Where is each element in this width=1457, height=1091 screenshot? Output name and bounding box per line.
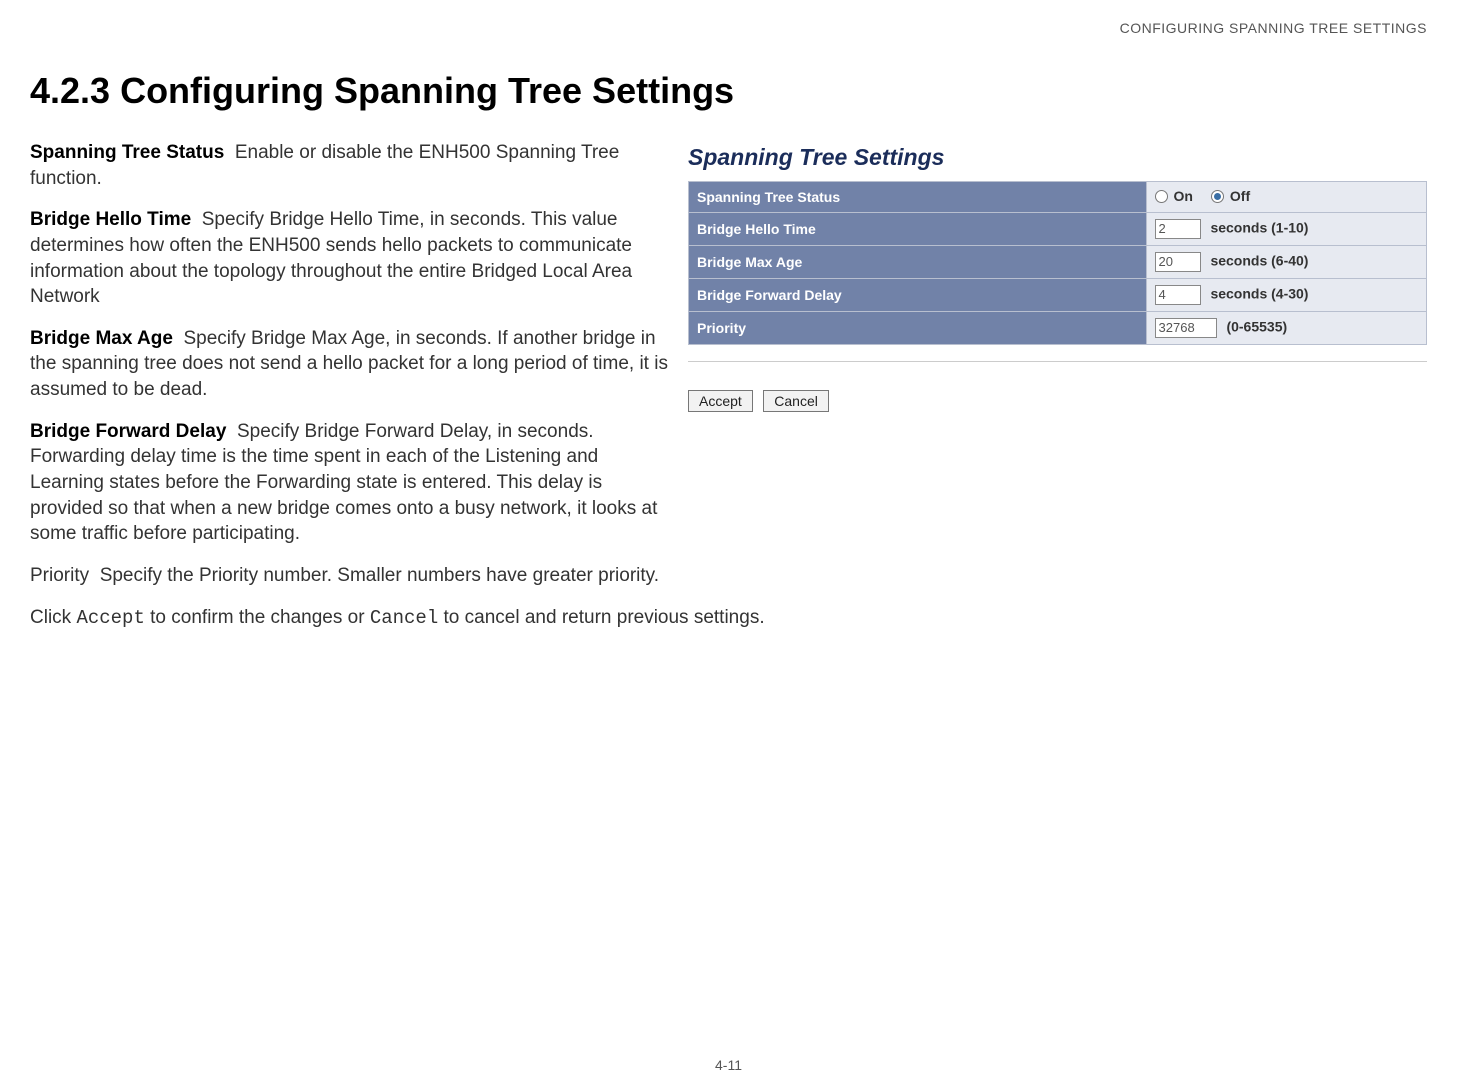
- closing-accept: Accept: [76, 607, 144, 629]
- hello-input[interactable]: 2: [1155, 219, 1201, 239]
- row-fwd: Bridge Forward Delay 4 seconds (4-30): [689, 278, 1427, 311]
- section-heading: 4.2.3 Configuring Spanning Tree Settings: [30, 70, 1427, 112]
- def-priority: Priority Specify the Priority number. Sm…: [30, 563, 1427, 589]
- radio-off-icon: [1211, 190, 1224, 203]
- def-status: Spanning Tree Status Enable or disable t…: [30, 140, 670, 191]
- row-priority-value: 32768 (0-65535): [1146, 311, 1426, 344]
- closing-post: to cancel and return previous settings.: [438, 607, 764, 628]
- closing-cancel: Cancel: [370, 607, 438, 629]
- running-head: CONFIGURING SPANNING TREE SETTINGS: [1120, 20, 1427, 36]
- def-hello: Bridge Hello Time Specify Bridge Hello T…: [30, 207, 670, 310]
- def-priority-term: Priority: [30, 565, 89, 586]
- row-priority: Priority 32768 (0-65535): [689, 311, 1427, 344]
- def-hello-term: Bridge Hello Time: [30, 209, 191, 230]
- row-maxage-label: Bridge Max Age: [689, 245, 1147, 278]
- closing-para: Click Accept to confirm the changes or C…: [30, 605, 1427, 632]
- row-hello-value: 2 seconds (1-10): [1146, 212, 1426, 245]
- priority-input[interactable]: 32768: [1155, 318, 1217, 338]
- def-fwd-term: Bridge Forward Delay: [30, 421, 226, 442]
- priority-range: (0-65535): [1226, 318, 1287, 334]
- fwd-input[interactable]: 4: [1155, 285, 1201, 305]
- hello-range: seconds (1-10): [1210, 219, 1308, 235]
- status-on-option[interactable]: On: [1155, 188, 1193, 204]
- status-off-option[interactable]: Off: [1211, 188, 1250, 204]
- panel-title: Spanning Tree Settings: [688, 144, 1427, 171]
- closing-pre: Click: [30, 607, 76, 628]
- closing-mid: to confirm the changes or: [145, 607, 370, 628]
- def-maxage: Bridge Max Age Specify Bridge Max Age, i…: [30, 326, 670, 403]
- maxage-range: seconds (6-40): [1210, 252, 1308, 268]
- accept-button[interactable]: Accept: [688, 390, 753, 412]
- row-priority-label: Priority: [689, 311, 1147, 344]
- button-row: Accept Cancel: [688, 390, 1427, 412]
- row-fwd-value: 4 seconds (4-30): [1146, 278, 1426, 311]
- row-hello: Bridge Hello Time 2 seconds (1-10): [689, 212, 1427, 245]
- content-wrap: Spanning Tree Status Enable or disable t…: [30, 140, 1427, 563]
- row-status: Spanning Tree Status On Off: [689, 182, 1427, 213]
- row-status-value: On Off: [1146, 182, 1426, 213]
- description-column: Spanning Tree Status Enable or disable t…: [30, 140, 670, 563]
- row-maxage: Bridge Max Age 20 seconds (6-40): [689, 245, 1427, 278]
- cancel-button[interactable]: Cancel: [763, 390, 829, 412]
- maxage-input[interactable]: 20: [1155, 252, 1201, 272]
- row-hello-label: Bridge Hello Time: [689, 212, 1147, 245]
- def-priority-text: Specify the Priority number. Smaller num…: [100, 565, 659, 586]
- radio-on-icon: [1155, 190, 1168, 203]
- row-maxage-value: 20 seconds (6-40): [1146, 245, 1426, 278]
- row-status-label: Spanning Tree Status: [689, 182, 1147, 213]
- settings-table: Spanning Tree Status On Off Bridge Hello…: [688, 181, 1427, 345]
- page-number: 4-11: [0, 1057, 1457, 1073]
- status-off-label: Off: [1230, 188, 1250, 204]
- panel-divider: [688, 361, 1427, 362]
- def-maxage-term: Bridge Max Age: [30, 328, 173, 349]
- def-status-term: Spanning Tree Status: [30, 142, 224, 163]
- row-fwd-label: Bridge Forward Delay: [689, 278, 1147, 311]
- settings-panel: Spanning Tree Settings Spanning Tree Sta…: [688, 140, 1427, 412]
- def-fwd: Bridge Forward Delay Specify Bridge Forw…: [30, 419, 670, 547]
- fwd-range: seconds (4-30): [1210, 285, 1308, 301]
- status-on-label: On: [1174, 188, 1193, 204]
